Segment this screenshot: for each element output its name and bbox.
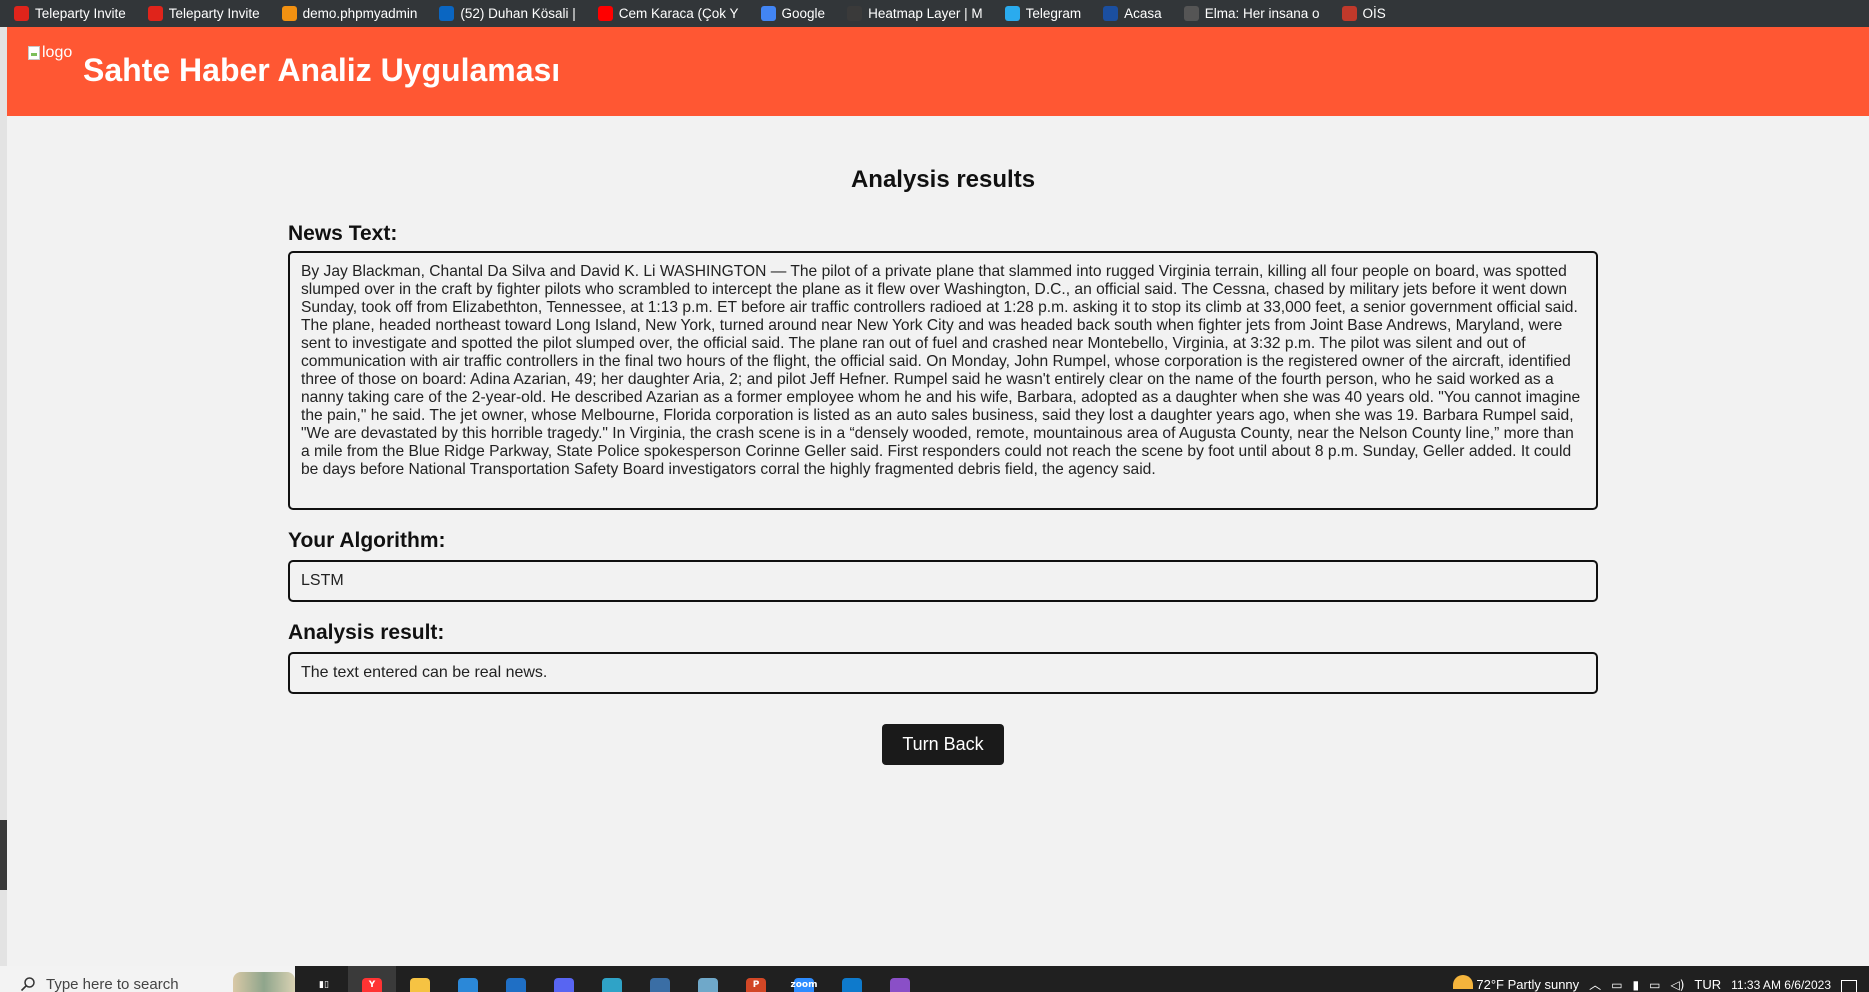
taskbar-app[interactable] xyxy=(828,966,876,992)
pdf-viewer-icon xyxy=(650,978,670,992)
bookmark-label: Elma: Her insana o xyxy=(1204,6,1320,21)
search-placeholder: Type here to search xyxy=(46,975,179,992)
bookmark-label: (52) Duhan Kösali | xyxy=(460,6,576,21)
news-text-box: By Jay Blackman, Chantal Da Silva and Da… xyxy=(288,251,1598,510)
bookmark-label: Teleparty Invite xyxy=(168,6,260,21)
file-explorer-icon xyxy=(410,978,430,992)
bookmark-item[interactable]: Google xyxy=(747,0,834,27)
mail-icon xyxy=(506,978,526,992)
bookmarks-bar: Teleparty Invite Teleparty Invite demo.php… xyxy=(0,0,1869,27)
telegram-icon xyxy=(1004,6,1020,21)
ois-icon xyxy=(1341,6,1357,21)
clock-time: 11:33 AM xyxy=(1731,978,1781,992)
bookmark-label: OİS xyxy=(1362,6,1386,21)
acasa-icon xyxy=(1103,6,1119,21)
yandex-browser-icon: Y xyxy=(362,978,382,992)
notification-icon[interactable] xyxy=(1841,980,1857,992)
taskbar-app[interactable]: P xyxy=(732,966,780,992)
language-indicator[interactable]: TUR xyxy=(1694,978,1721,992)
logo: logo xyxy=(28,44,72,62)
bookmark-label: Acasa xyxy=(1124,6,1162,21)
clock-date: 6/6/2023 xyxy=(1784,978,1831,992)
zoom-icon: zoom xyxy=(790,978,818,992)
bookmark-item[interactable]: Cem Karaca (Çok Y xyxy=(584,0,747,27)
taskbar: Type here to search ▮▯ Y Pzoom 72°F Partly… xyxy=(0,966,1869,992)
side-handle[interactable] xyxy=(0,820,7,890)
taskbar-app[interactable] xyxy=(540,966,588,992)
weather-sun-icon xyxy=(1452,975,1473,989)
app-icon xyxy=(698,978,718,992)
vscode-icon xyxy=(842,978,862,992)
bookmark-item[interactable]: Telegram xyxy=(991,0,1090,27)
taskbar-app[interactable] xyxy=(636,966,684,992)
results-panel: Analysis results News Text: By Jay Black… xyxy=(288,116,1598,765)
taskbar-app[interactable] xyxy=(396,966,444,992)
page-icon xyxy=(1183,6,1199,21)
page-title: Analysis results xyxy=(850,166,1036,193)
news-text-label: News Text: xyxy=(288,222,398,245)
bookmark-label: Heatmap Layer | M xyxy=(868,6,983,21)
algorithm-label: Your Algorithm: xyxy=(288,529,446,552)
weather-widget[interactable]: 72°F Partly sunny xyxy=(1452,975,1580,992)
network-icon[interactable]: ▭ xyxy=(1649,978,1660,992)
weather-text: Partly sunny xyxy=(1507,977,1580,992)
bookmark-item[interactable]: demo.phpmyadmin xyxy=(268,0,426,27)
broken-image-icon xyxy=(28,46,40,60)
task-view-icon: ▮▯ xyxy=(314,978,334,992)
bookmark-label: Cem Karaca (Çok Y xyxy=(618,6,739,21)
chevron-up-icon[interactable]: ︿ xyxy=(1589,978,1601,992)
taskbar-apps: ▮▯ Y Pzoom xyxy=(300,966,924,992)
analysis-result-label: Analysis result: xyxy=(288,621,445,644)
app-header: logo Sahte Haber Analiz Uygulaması xyxy=(7,27,1869,116)
algorithm-value: LSTM xyxy=(288,560,1598,602)
app-title: Sahte Haber Analiz Uygulaması xyxy=(83,52,561,88)
bookmark-label: Google xyxy=(781,6,826,21)
microphone-icon[interactable]: ▮ xyxy=(1633,978,1640,992)
volume-icon[interactable]: ◁) xyxy=(1670,978,1684,992)
taskbar-search[interactable]: Type here to search xyxy=(0,966,295,992)
taskbar-app[interactable]: ▮▯ xyxy=(300,966,348,992)
teleparty-icon xyxy=(147,6,163,21)
meet-now-icon[interactable]: ▭ xyxy=(1611,978,1622,992)
linkedin-icon xyxy=(439,6,455,21)
bookmark-item[interactable]: Teleparty Invite xyxy=(134,0,268,27)
microsoft-store-icon xyxy=(458,978,478,992)
search-icon xyxy=(20,977,35,992)
bookmark-label: demo.phpmyadmin xyxy=(302,6,418,21)
search-highlight-image xyxy=(233,972,295,992)
taskbar-app[interactable] xyxy=(492,966,540,992)
taskbar-app[interactable]: zoom xyxy=(780,966,828,992)
logo-alt-text: logo xyxy=(42,44,73,61)
heatmap-icon xyxy=(847,6,863,21)
bookmark-item[interactable]: OİS xyxy=(1328,0,1394,27)
bookmark-item[interactable]: Acasa xyxy=(1089,0,1170,27)
bookmark-label: Telegram xyxy=(1025,6,1082,21)
taskbar-app[interactable]: Y xyxy=(348,966,396,992)
taskbar-app[interactable] xyxy=(444,966,492,992)
discord-icon xyxy=(554,978,574,992)
taskbar-app[interactable] xyxy=(684,966,732,992)
github-desktop-icon xyxy=(890,978,910,992)
phpmyadmin-icon xyxy=(281,6,297,21)
turn-back-button[interactable]: Turn Back xyxy=(882,724,1004,765)
taskbar-app[interactable] xyxy=(588,966,636,992)
taskbar-app[interactable] xyxy=(876,966,924,992)
weather-temp: 72°F xyxy=(1476,977,1504,992)
edge-icon xyxy=(602,978,622,992)
clock[interactable]: 11:33 AM 6/6/2023 xyxy=(1731,978,1831,992)
system-tray: 72°F Partly sunny ︿ ▭ ▮ ▭ ◁) TUR 11:33 A… xyxy=(1452,966,1869,992)
bookmark-item[interactable]: Heatmap Layer | M xyxy=(833,0,991,27)
bookmark-item[interactable]: Elma: Her insana o xyxy=(1170,0,1328,27)
analysis-result-value: The text entered can be real news. xyxy=(288,652,1598,694)
bookmark-label: Teleparty Invite xyxy=(35,6,126,21)
bookmark-item[interactable]: Teleparty Invite xyxy=(0,0,134,27)
youtube-icon xyxy=(597,6,613,21)
google-icon xyxy=(760,6,776,21)
powerpoint-icon: P xyxy=(746,978,766,992)
teleparty-icon xyxy=(14,6,29,21)
bookmark-item[interactable]: (52) Duhan Kösali | xyxy=(425,0,583,27)
